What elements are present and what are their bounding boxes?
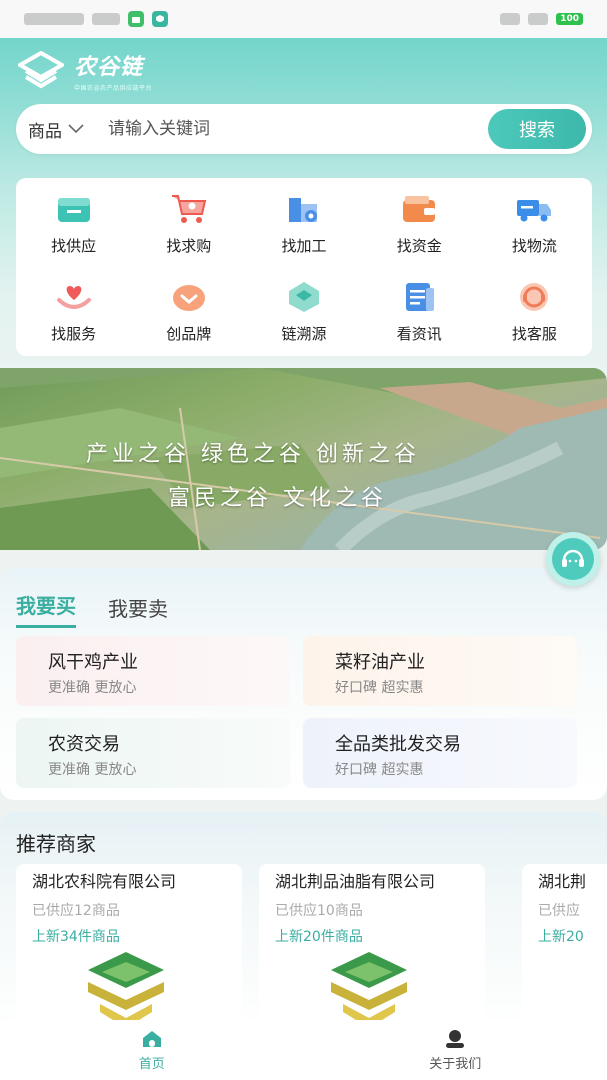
merchant-name: 湖北农科院有限公司: [32, 872, 177, 891]
trade-item-agri-supplies[interactable]: 农资交易 更准确 更放心: [16, 718, 290, 788]
supply-box-icon: [54, 189, 94, 229]
service-find-processing[interactable]: 找加工: [246, 178, 361, 268]
brand-name: 农谷链: [74, 54, 144, 80]
nav-home-label: 首页: [138, 1056, 165, 1072]
merchant-supplied-count: 已供应10商品: [275, 903, 363, 919]
merchant-new-count: 上新34件商品: [32, 929, 120, 945]
search-category-select[interactable]: 商品: [28, 117, 84, 142]
service-chain-trace[interactable]: 链溯源: [246, 268, 361, 356]
merchant-name: 湖北荆: [538, 872, 587, 891]
brand-logo-icon: [18, 51, 64, 89]
trade-item-title: 菜籽油产业: [335, 652, 425, 673]
shopping-cart-icon: [169, 189, 209, 229]
service-read-news[interactable]: 看资讯: [362, 268, 477, 356]
service-label: 找供应: [51, 237, 97, 255]
service-label: 创品牌: [166, 325, 212, 343]
wifi-placeholder: [528, 13, 549, 25]
signal-placeholder: [500, 13, 521, 25]
service-create-brand[interactable]: 创品牌: [131, 268, 246, 356]
trade-item-wholesale[interactable]: 全品类批发交易 好口碑 超实惠: [303, 718, 577, 788]
service-label: 链溯源: [281, 325, 327, 343]
time-placeholder: [24, 13, 84, 25]
promo-banner[interactable]: 产业之谷 绿色之谷 创新之谷 富民之谷 文化之谷: [0, 368, 607, 550]
merchant-supplied-count: 已供应: [538, 903, 580, 919]
chevron-down-icon: [68, 124, 84, 134]
truck-icon: [514, 189, 554, 229]
trade-section: 我要买 我要卖 风干鸡产业 更准确 更放心 菜籽油产业 好口碑 超实惠 农资交易…: [0, 568, 607, 800]
service-grid: 找供应 找求购 找加工 找资金 找物流 找服务 创品牌 链溯源 看资讯 找客服: [16, 178, 592, 356]
service-find-supply[interactable]: 找供应: [16, 178, 131, 268]
search-input[interactable]: [108, 119, 488, 139]
floating-support-button[interactable]: [546, 532, 600, 586]
customer-service-icon: [514, 277, 554, 317]
service-find-service[interactable]: 找服务: [16, 268, 131, 356]
service-label: 找服务: [51, 325, 97, 343]
headset-icon: [562, 549, 584, 567]
service-find-funds[interactable]: 找资金: [362, 178, 477, 268]
trade-item-title: 风干鸡产业: [48, 652, 138, 673]
merchant-name: 湖北荆品油脂有限公司: [275, 872, 436, 891]
service-label: 找资金: [396, 237, 442, 255]
service-label: 找客服: [511, 325, 557, 343]
trade-item-dried-chicken[interactable]: 风干鸡产业 更准确 更放心: [16, 636, 290, 706]
merchant-card[interactable]: 湖北荆 已供应 上新20: [522, 864, 607, 1032]
trade-item-subtitle: 更准确 更放心: [48, 762, 137, 778]
service-customer-service[interactable]: 找客服: [477, 268, 592, 356]
heart-hand-icon: [54, 277, 94, 317]
section-title: 推荐商家: [16, 832, 96, 856]
nav-home[interactable]: 首页: [0, 1020, 304, 1080]
nav-about-label: 关于我们: [429, 1056, 482, 1072]
tab-sell[interactable]: 我要卖: [108, 593, 168, 628]
service-label: 找加工: [281, 237, 327, 255]
trade-tabs: 我要买 我要卖: [16, 590, 168, 628]
trade-item-title: 全品类批发交易: [335, 734, 461, 755]
wallet-icon: [399, 189, 439, 229]
merchant-supplied-count: 已供应12商品: [32, 903, 120, 919]
search-button[interactable]: 搜索: [488, 109, 586, 149]
banner-slogan-line1: 产业之谷 绿色之谷 创新之谷: [86, 442, 420, 467]
merchant-new-count: 上新20: [538, 929, 584, 945]
factory-icon: [284, 189, 324, 229]
service-label: 看资讯: [396, 325, 442, 343]
news-document-icon: [399, 277, 439, 317]
tab-buy[interactable]: 我要买: [16, 590, 76, 628]
battery-icon: 100: [556, 13, 583, 25]
status-bar: 100: [0, 0, 607, 38]
merchant-new-count: 上新20件商品: [275, 929, 363, 945]
bottom-navigation: 首页 关于我们: [0, 1020, 607, 1080]
banner-slogan-line2: 富民之谷 文化之谷: [168, 486, 387, 511]
search-category-label: 商品: [28, 121, 62, 142]
android-app-icon: [128, 11, 144, 27]
network-placeholder: [92, 13, 120, 25]
shield-app-icon: [152, 11, 168, 27]
brand-header: 农谷链 中国农谷农产品供应链平台: [18, 50, 153, 92]
service-find-logistics[interactable]: 找物流: [477, 178, 592, 268]
trade-item-title: 农资交易: [48, 734, 120, 755]
merchant-card[interactable]: 湖北荆品油脂有限公司 已供应10商品 上新20件商品: [259, 864, 485, 1032]
trade-item-subtitle: 更准确 更放心: [48, 680, 137, 696]
merchant-card[interactable]: 湖北农科院有限公司 已供应12商品 上新34件商品: [16, 864, 242, 1032]
trade-item-rapeseed-oil[interactable]: 菜籽油产业 好口碑 超实惠: [303, 636, 577, 706]
service-label: 找物流: [511, 237, 557, 255]
nav-about[interactable]: 关于我们: [304, 1020, 607, 1080]
service-find-purchase[interactable]: 找求购: [131, 178, 246, 268]
search-bar: 商品 搜索: [16, 104, 592, 154]
brand-tagline: 中国农谷农产品供应链平台: [74, 84, 153, 92]
home-icon: [142, 1030, 161, 1047]
brand-badge-icon: [169, 277, 209, 317]
trade-item-subtitle: 好口碑 超实惠: [335, 680, 424, 696]
user-icon: [446, 1029, 465, 1048]
recommended-merchants: 推荐商家 湖北农科院有限公司 已供应12商品 上新34件商品 湖北荆品油脂有限公…: [0, 812, 607, 1032]
trace-chain-icon: [284, 277, 324, 317]
trade-item-subtitle: 好口碑 超实惠: [335, 762, 424, 778]
service-label: 找求购: [166, 237, 212, 255]
